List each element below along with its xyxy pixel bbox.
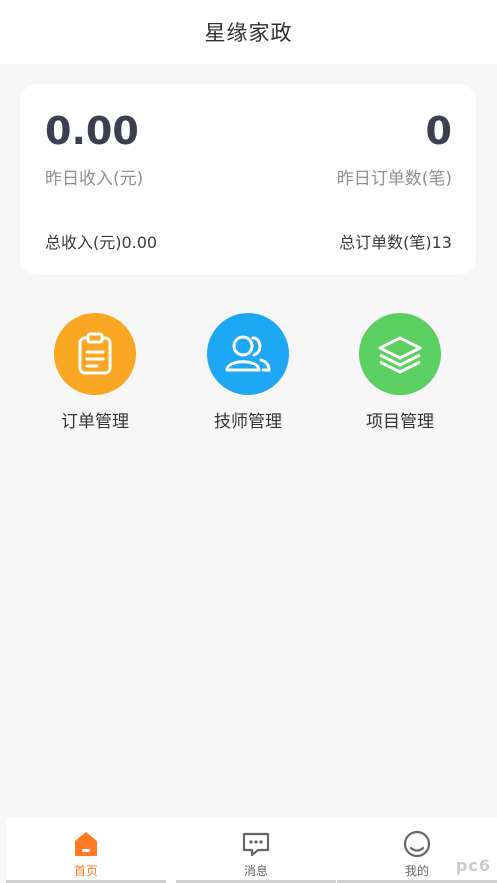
tab-messages[interactable]: 消息	[176, 818, 336, 883]
tab-label: 消息	[243, 864, 268, 878]
yesterday-income-label: 昨日收入(元)	[45, 169, 144, 189]
users-icon	[207, 313, 289, 395]
yesterday-orders-label: 昨日订单数(笔)	[336, 169, 452, 189]
menu-label: 项目管理	[366, 412, 434, 432]
function-menu: 订单管理 技师管理 项目管理	[0, 313, 497, 433]
tab-home[interactable]: 首页	[6, 818, 166, 883]
menu-label: 技师管理	[214, 412, 282, 432]
home-icon	[75, 832, 97, 856]
profile-icon	[403, 830, 431, 858]
app-header: 星缘家政	[0, 0, 497, 64]
page-title: 星缘家政	[204, 21, 293, 45]
total-income: 总收入(元)0.00	[45, 233, 158, 252]
message-icon	[242, 832, 270, 857]
yesterday-income-value: 0.00	[45, 109, 139, 153]
menu-label: 订单管理	[61, 412, 129, 432]
summary-card: 0.00 0 昨日收入(元) 昨日订单数(笔) 总收入(元)0.00 总订单数(…	[20, 84, 476, 275]
menu-project-management[interactable]: 项目管理	[340, 313, 460, 432]
watermark-logo: pc6	[455, 856, 491, 875]
clipboard-icon	[54, 313, 136, 395]
layers-icon	[359, 313, 441, 395]
bottom-tab-bar: 首页 消息 我的	[6, 818, 497, 883]
tab-label: 首页	[73, 864, 98, 878]
total-orders: 总订单数(笔)13	[339, 233, 452, 252]
yesterday-orders-value: 0	[425, 109, 452, 153]
menu-technician-management[interactable]: 技师管理	[188, 313, 308, 432]
menu-order-management[interactable]: 订单管理	[35, 313, 155, 432]
